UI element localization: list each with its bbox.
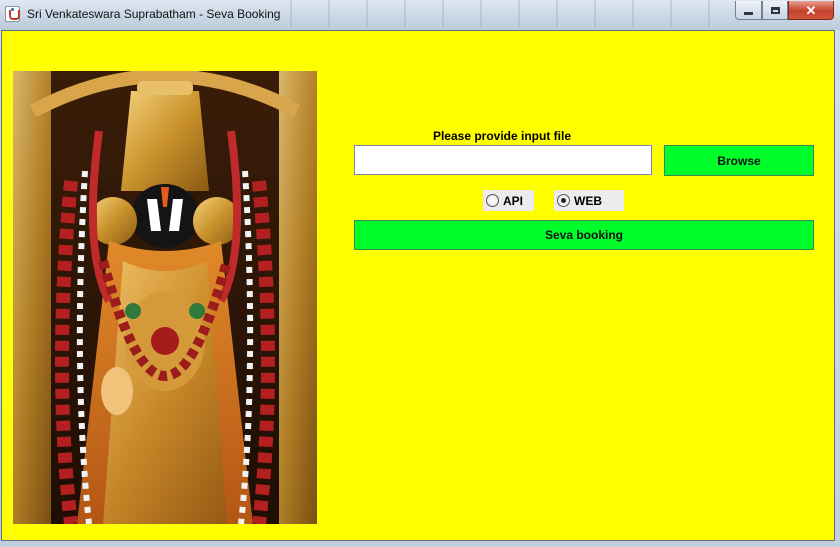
application-window: Sri Venkateswara Suprabatham - Seva Book… xyxy=(0,0,840,547)
maximize-icon xyxy=(770,6,780,14)
minimize-button[interactable] xyxy=(735,1,762,20)
radio-unchecked-icon[interactable] xyxy=(486,194,499,207)
deity-image xyxy=(13,71,317,524)
radio-checked-icon[interactable] xyxy=(557,194,570,207)
radio-web[interactable]: WEB xyxy=(554,190,624,211)
seva-booking-button[interactable]: Seva booking xyxy=(354,220,814,250)
background-window-ghost xyxy=(290,0,730,28)
browse-button[interactable]: Browse xyxy=(664,145,814,176)
maximize-button[interactable] xyxy=(762,1,788,20)
main-panel: Please provide input file Browse API WEB… xyxy=(1,30,835,541)
radio-web-label: WEB xyxy=(574,193,602,208)
java-cup-icon[interactable] xyxy=(5,6,20,22)
radio-api[interactable]: API xyxy=(483,190,534,211)
file-path-input[interactable] xyxy=(354,145,652,175)
title-bar[interactable]: Sri Venkateswara Suprabatham - Seva Book… xyxy=(0,0,840,30)
input-file-label: Please provide input file xyxy=(432,129,572,143)
radio-api-label: API xyxy=(503,193,524,208)
minimize-icon xyxy=(744,11,753,15)
window-title: Sri Venkateswara Suprabatham - Seva Book… xyxy=(27,7,281,21)
close-button[interactable]: ✕ xyxy=(788,1,834,20)
close-icon: ✕ xyxy=(805,2,817,18)
